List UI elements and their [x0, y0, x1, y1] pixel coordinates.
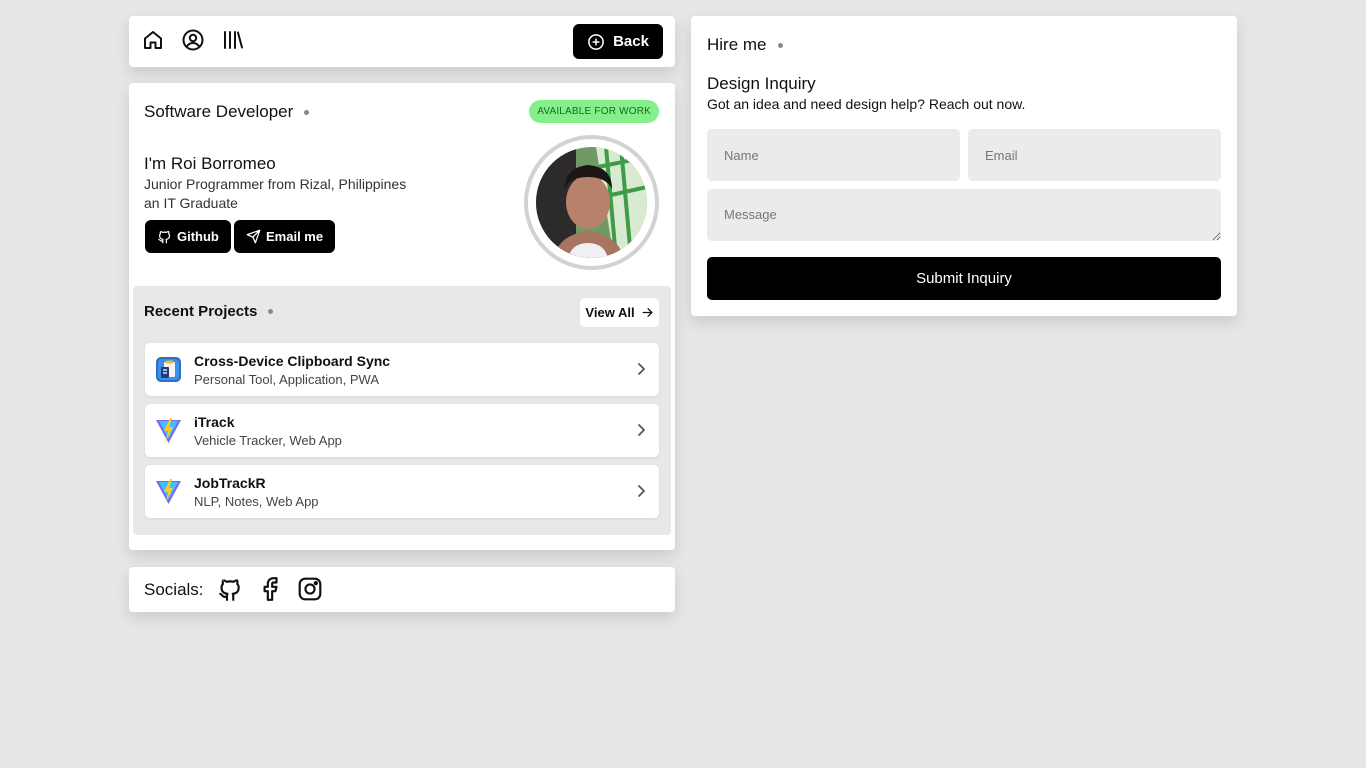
- message-field[interactable]: [707, 189, 1221, 241]
- projects-heading: Recent Projects: [144, 303, 274, 320]
- view-all-label: View All: [585, 305, 635, 320]
- avatar-photo: [536, 147, 647, 258]
- socials-label: Socials:: [144, 580, 204, 599]
- greeting: I'm Roi Borromeo: [144, 154, 276, 173]
- github-icon[interactable]: [217, 576, 243, 602]
- facebook-icon[interactable]: [257, 576, 283, 602]
- back-button[interactable]: Back: [573, 24, 663, 59]
- bio-line-1: Junior Programmer from Rizal, Philippine…: [144, 176, 407, 192]
- email-field[interactable]: [968, 129, 1221, 181]
- chevron-right-icon: [635, 483, 647, 499]
- chevron-right-icon: [635, 422, 647, 438]
- avatar: [536, 147, 647, 258]
- project-item-jobtrackr[interactable]: JobTrackR NLP, Notes, Web App: [145, 465, 659, 518]
- email-button[interactable]: Email me: [234, 220, 336, 253]
- project-item-itrack[interactable]: iTrack Vehicle Tracker, Web App: [145, 404, 659, 457]
- view-all-button[interactable]: View All: [580, 298, 659, 327]
- github-icon: [158, 230, 171, 244]
- project-tags: NLP, Notes, Web App: [194, 494, 319, 509]
- top-nav: Back: [129, 16, 675, 67]
- project-tags: Personal Tool, Application, PWA: [194, 372, 379, 387]
- chevron-right-icon: [635, 361, 647, 377]
- home-icon[interactable]: [140, 27, 166, 53]
- user-circle-icon[interactable]: [180, 27, 206, 53]
- hire-title: Hire me: [707, 35, 767, 54]
- project-item-clipboard-sync[interactable]: Cross-Device Clipboard Sync Personal Too…: [145, 343, 659, 396]
- inquiry-subtitle: Got an idea and need design help? Reach …: [707, 96, 1026, 112]
- github-button-label: Github: [177, 229, 219, 244]
- clipboard-app-icon: [155, 356, 182, 383]
- email-button-label: Email me: [266, 229, 324, 244]
- send-icon: [246, 229, 261, 244]
- name-field[interactable]: [707, 129, 960, 181]
- project-name: iTrack: [194, 414, 235, 430]
- arrow-right-icon: [642, 308, 653, 317]
- bio-line-2: an IT Graduate: [144, 195, 238, 211]
- hire-me-card: Hire me Design Inquiry Got an idea and n…: [691, 16, 1237, 316]
- hire-dot: [777, 42, 783, 48]
- status-badge: AVAILABLE FOR WORK: [529, 100, 659, 123]
- project-name: Cross-Device Clipboard Sync: [194, 353, 391, 369]
- socials-card: Socials:: [129, 567, 675, 612]
- projects-dot: [268, 309, 274, 314]
- instagram-icon[interactable]: [297, 576, 323, 602]
- role-title: Software Developer: [144, 102, 294, 121]
- title-dot: [304, 109, 310, 115]
- library-icon[interactable]: [220, 27, 246, 53]
- projects-title: Recent Projects: [144, 303, 258, 320]
- project-tags: Vehicle Tracker, Web App: [194, 433, 342, 448]
- plus-circle-icon: [588, 33, 604, 50]
- inquiry-title: Design Inquiry: [707, 74, 816, 93]
- avatar-frame: [524, 135, 659, 270]
- project-name: JobTrackR: [194, 475, 266, 491]
- role-heading: Software Developer: [144, 102, 310, 122]
- back-button-label: Back: [613, 33, 649, 50]
- profile-card: Software Developer AVAILABLE FOR WORK I'…: [129, 83, 675, 550]
- submit-inquiry-button[interactable]: Submit Inquiry: [707, 257, 1221, 300]
- hire-heading: Hire me: [707, 35, 783, 55]
- recent-projects: Recent Projects View All Cross-Device Cl…: [133, 286, 671, 535]
- github-button[interactable]: Github: [145, 220, 231, 253]
- vite-icon: [155, 478, 182, 505]
- vite-icon: [155, 417, 182, 444]
